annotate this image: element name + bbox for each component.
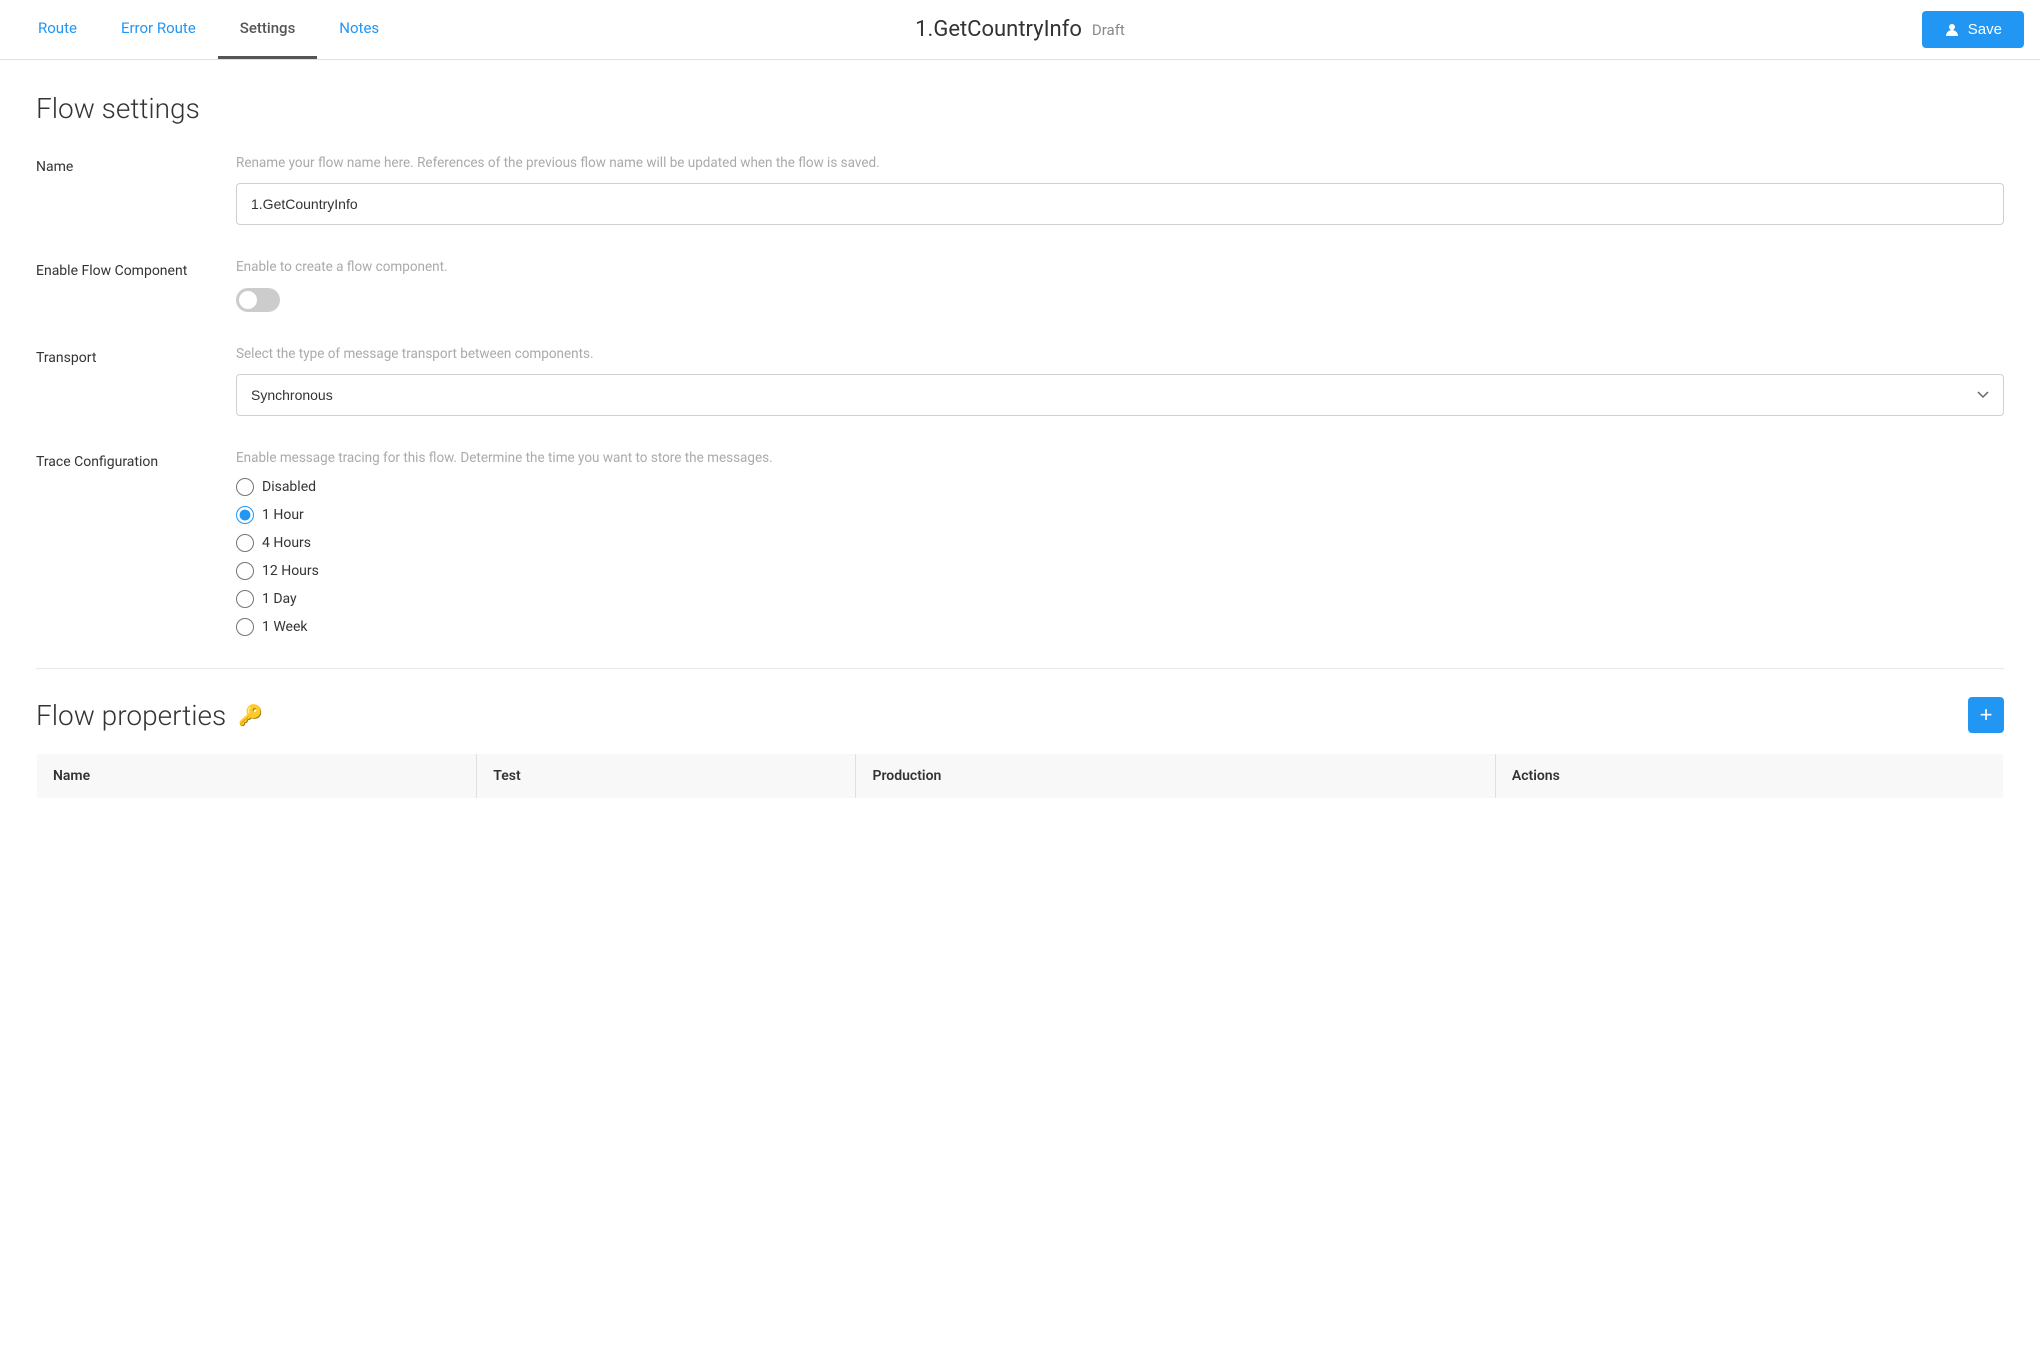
trace-option-12hours-label: 12 Hours: [262, 563, 319, 579]
trace-option-disabled[interactable]: Disabled: [236, 478, 2004, 496]
toggle-container: [236, 288, 2004, 312]
name-row: Name Rename your flow name here. Referen…: [36, 153, 2004, 225]
tab-settings[interactable]: Settings: [218, 0, 318, 59]
tab-notes[interactable]: Notes: [317, 0, 401, 59]
table-header-row: Name Test Production Actions: [37, 754, 2004, 799]
flow-properties-label: Flow properties: [36, 699, 226, 732]
page-title: 1.GetCountryInfo Draft: [915, 17, 1125, 42]
col-production-label: Production: [872, 768, 941, 784]
flow-properties-title: Flow properties 🔑: [36, 699, 263, 732]
trace-option-4hours[interactable]: 4 Hours: [236, 534, 2004, 552]
trace-radio-1hour[interactable]: [236, 506, 254, 524]
col-actions: Actions: [1495, 754, 2003, 799]
flow-properties-heading-row: Flow properties 🔑 +: [36, 697, 2004, 733]
key-icon: 🔑: [238, 703, 263, 727]
content-area: Flow settings Name Rename your flow name…: [0, 60, 2040, 1356]
trace-configuration-label: Trace Configuration: [36, 448, 236, 473]
transport-select[interactable]: Synchronous Asynchronous: [236, 374, 2004, 416]
trace-option-1day-label: 1 Day: [262, 591, 297, 607]
col-test-label: Test: [493, 768, 520, 784]
trace-radio-12hours[interactable]: [236, 562, 254, 580]
tab-error-route[interactable]: Error Route: [99, 0, 218, 59]
trace-option-1week-label: 1 Week: [262, 619, 308, 635]
trace-option-1week[interactable]: 1 Week: [236, 618, 2004, 636]
trace-option-1hour[interactable]: 1 Hour: [236, 506, 2004, 524]
main-content: Flow settings Name Rename your flow name…: [0, 60, 2040, 1356]
name-input[interactable]: [236, 183, 2004, 225]
name-label: Name: [36, 153, 236, 178]
col-name: Name: [37, 754, 477, 799]
trace-radio-group: Disabled 1 Hour 4 Hours 12 Hours: [236, 478, 2004, 636]
enable-flow-component-row: Enable Flow Component Enable to create a…: [36, 257, 2004, 311]
tab-route[interactable]: Route: [16, 0, 99, 59]
properties-table: Name Test Production Actions: [36, 753, 2004, 799]
transport-label: Transport: [36, 344, 236, 369]
trace-radio-disabled[interactable]: [236, 478, 254, 496]
trace-option-1hour-label: 1 Hour: [262, 507, 304, 523]
section-divider: [36, 668, 2004, 669]
enable-flow-component-label: Enable Flow Component: [36, 257, 236, 282]
trace-option-4hours-label: 4 Hours: [262, 535, 311, 551]
status-badge: Draft: [1092, 21, 1125, 39]
trace-configuration-row: Trace Configuration Enable message traci…: [36, 448, 2004, 636]
trace-option-1day[interactable]: 1 Day: [236, 590, 2004, 608]
save-button[interactable]: Save: [1922, 11, 2024, 48]
col-test: Test: [477, 754, 856, 799]
toggle-slider: [236, 288, 280, 312]
tab-route-label: Route: [38, 19, 77, 37]
save-button-label: Save: [1968, 21, 2002, 38]
add-property-button[interactable]: +: [1968, 697, 2004, 733]
add-property-icon: +: [1980, 704, 1993, 726]
enable-flow-toggle[interactable]: [236, 288, 280, 312]
tab-error-route-label: Error Route: [121, 19, 196, 37]
col-production: Production: [856, 754, 1495, 799]
trace-option-12hours[interactable]: 12 Hours: [236, 562, 2004, 580]
header: Route Error Route Settings Notes 1.GetCo…: [0, 0, 2040, 60]
transport-row: Transport Select the type of message tra…: [36, 344, 2004, 416]
trace-option-disabled-label: Disabled: [262, 479, 316, 495]
trace-radio-1day[interactable]: [236, 590, 254, 608]
name-control: Rename your flow name here. References o…: [236, 153, 2004, 225]
name-description: Rename your flow name here. References o…: [236, 153, 2004, 173]
tab-notes-label: Notes: [339, 19, 379, 37]
trace-radio-1week[interactable]: [236, 618, 254, 636]
flow-settings-heading: Flow settings: [36, 92, 2004, 125]
tab-bar: Route Error Route Settings Notes: [16, 0, 401, 59]
tab-settings-label: Settings: [240, 19, 296, 37]
enable-flow-component-control: Enable to create a flow component.: [236, 257, 2004, 311]
transport-description: Select the type of message transport bet…: [236, 344, 2004, 364]
enable-flow-component-description: Enable to create a flow component.: [236, 257, 2004, 277]
trace-radio-4hours[interactable]: [236, 534, 254, 552]
col-name-label: Name: [53, 768, 90, 784]
col-actions-label: Actions: [1512, 768, 1560, 784]
trace-configuration-description: Enable message tracing for this flow. De…: [236, 448, 2004, 468]
trace-configuration-control: Enable message tracing for this flow. De…: [236, 448, 2004, 636]
flow-name: 1.GetCountryInfo: [915, 17, 1082, 42]
user-icon: [1944, 22, 1960, 38]
transport-control: Select the type of message transport bet…: [236, 344, 2004, 416]
